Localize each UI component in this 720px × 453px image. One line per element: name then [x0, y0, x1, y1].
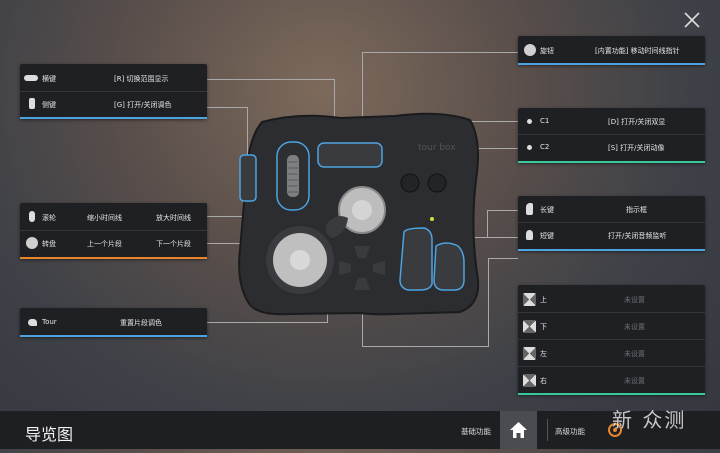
- row-function: [S] 打开/关闭动像: [608, 144, 665, 152]
- row-name: 滚轮: [42, 214, 56, 222]
- row-right-action: 放大时间线: [156, 214, 191, 222]
- page-title: 导览图: [25, 425, 74, 444]
- close-icon[interactable]: [682, 10, 702, 30]
- scroll-wheel-icon: [29, 211, 35, 222]
- row-name: 长键: [540, 206, 554, 214]
- row-c1[interactable]: C1 [D] 打开/关闭双显: [518, 108, 705, 134]
- row-left-action: 缩小时间线: [87, 214, 122, 222]
- row-name: 左: [540, 350, 547, 358]
- device-brand: tour box: [418, 143, 456, 153]
- home-button[interactable]: [500, 411, 537, 449]
- side-key-icon: [29, 98, 35, 109]
- divider: [547, 419, 548, 441]
- tour-icon: [28, 319, 37, 326]
- row-side-key[interactable]: 侧键 [G] 打开/关闭调色: [20, 91, 207, 117]
- dpad-up-icon: [523, 293, 536, 306]
- row-function: [G] 打开/关闭调色: [114, 101, 172, 109]
- row-function: [R] 切换范围显示: [114, 75, 169, 83]
- row-dpad-right[interactable]: 右 未设置: [518, 367, 705, 393]
- right-panel-dpad: 上 未设置 下 未设置 左 未设置 右 未设置: [518, 285, 705, 395]
- row-name: 上: [540, 296, 547, 304]
- dpad-right-icon: [523, 374, 536, 387]
- dpad-down-icon: [523, 320, 536, 333]
- row-short-key[interactable]: 短键 打开/关闭音频监听: [518, 222, 705, 248]
- row-name: 右: [540, 377, 547, 385]
- row-name: 横键: [42, 75, 56, 83]
- row-function: 未设置: [624, 323, 645, 331]
- row-function: 未设置: [624, 296, 645, 304]
- right-panel-c-keys: C1 [D] 打开/关闭双显 C2 [S] 打开/关闭动像: [518, 108, 705, 163]
- long-key-icon: [526, 203, 533, 215]
- home-icon: [510, 422, 527, 438]
- row-name: Tour: [42, 318, 57, 326]
- left-panel-keys: 横键 [R] 切换范围显示 侧键 [G] 打开/关闭调色: [20, 64, 207, 119]
- row-function: [内置功能] 移动时间线指针: [595, 47, 680, 55]
- row-horizontal-key[interactable]: 横键 [R] 切换范围显示: [20, 65, 207, 91]
- row-scroll-wheel[interactable]: 滚轮 缩小时间线 放大时间线: [20, 204, 207, 230]
- row-name: 下: [540, 323, 547, 331]
- left-panel-tour: Tour 重置片段调色: [20, 308, 207, 337]
- dot-icon: [527, 119, 532, 124]
- short-key-icon: [526, 230, 533, 240]
- left-panel-wheel-dial: 滚轮 缩小时间线 放大时间线 转盘 上一个片段 下一个片段: [20, 203, 207, 259]
- row-knob[interactable]: 旋钮 [内置功能] 移动时间线指针: [518, 37, 705, 63]
- row-long-key[interactable]: 长键 指示框: [518, 196, 705, 222]
- horizontal-key-icon: [24, 75, 38, 81]
- dial-icon: [26, 237, 38, 249]
- row-dpad-up[interactable]: 上 未设置: [518, 286, 705, 312]
- row-function: 指示框: [626, 206, 647, 214]
- row-c2[interactable]: C2 [S] 打开/关闭动像: [518, 134, 705, 160]
- row-dial[interactable]: 转盘 上一个片段 下一个片段: [20, 230, 207, 256]
- tab-advanced[interactable]: 高级功能: [555, 426, 585, 437]
- right-panel-knob: 旋钮 [内置功能] 移动时间线指针: [518, 36, 705, 65]
- tab-basic[interactable]: 基础功能: [461, 426, 491, 437]
- row-function: 未设置: [624, 350, 645, 358]
- row-tour[interactable]: Tour 重置片段调色: [20, 309, 207, 335]
- row-name: 转盘: [42, 240, 56, 248]
- row-dpad-left[interactable]: 左 未设置: [518, 340, 705, 366]
- watermark: 新 众测: [612, 408, 687, 432]
- row-function: 重置片段调色: [120, 319, 162, 327]
- dpad-left-icon: [523, 347, 536, 360]
- knob-icon: [524, 44, 536, 56]
- row-name: 侧键: [42, 101, 56, 109]
- row-dpad-down[interactable]: 下 未设置: [518, 313, 705, 339]
- row-right-action: 下一个片段: [156, 240, 191, 248]
- right-panel-long-short: 长键 指示框 短键 打开/关闭音频监听: [518, 196, 705, 251]
- dot-icon: [527, 145, 532, 150]
- row-name: C1: [540, 117, 550, 125]
- row-name: 旋钮: [540, 47, 554, 55]
- row-name: C2: [540, 143, 550, 151]
- row-left-action: 上一个片段: [87, 240, 122, 248]
- row-function: [D] 打开/关闭双显: [608, 118, 666, 126]
- row-function: 未设置: [624, 377, 645, 385]
- row-function: 打开/关闭音频监听: [608, 232, 667, 240]
- row-name: 短键: [540, 232, 554, 240]
